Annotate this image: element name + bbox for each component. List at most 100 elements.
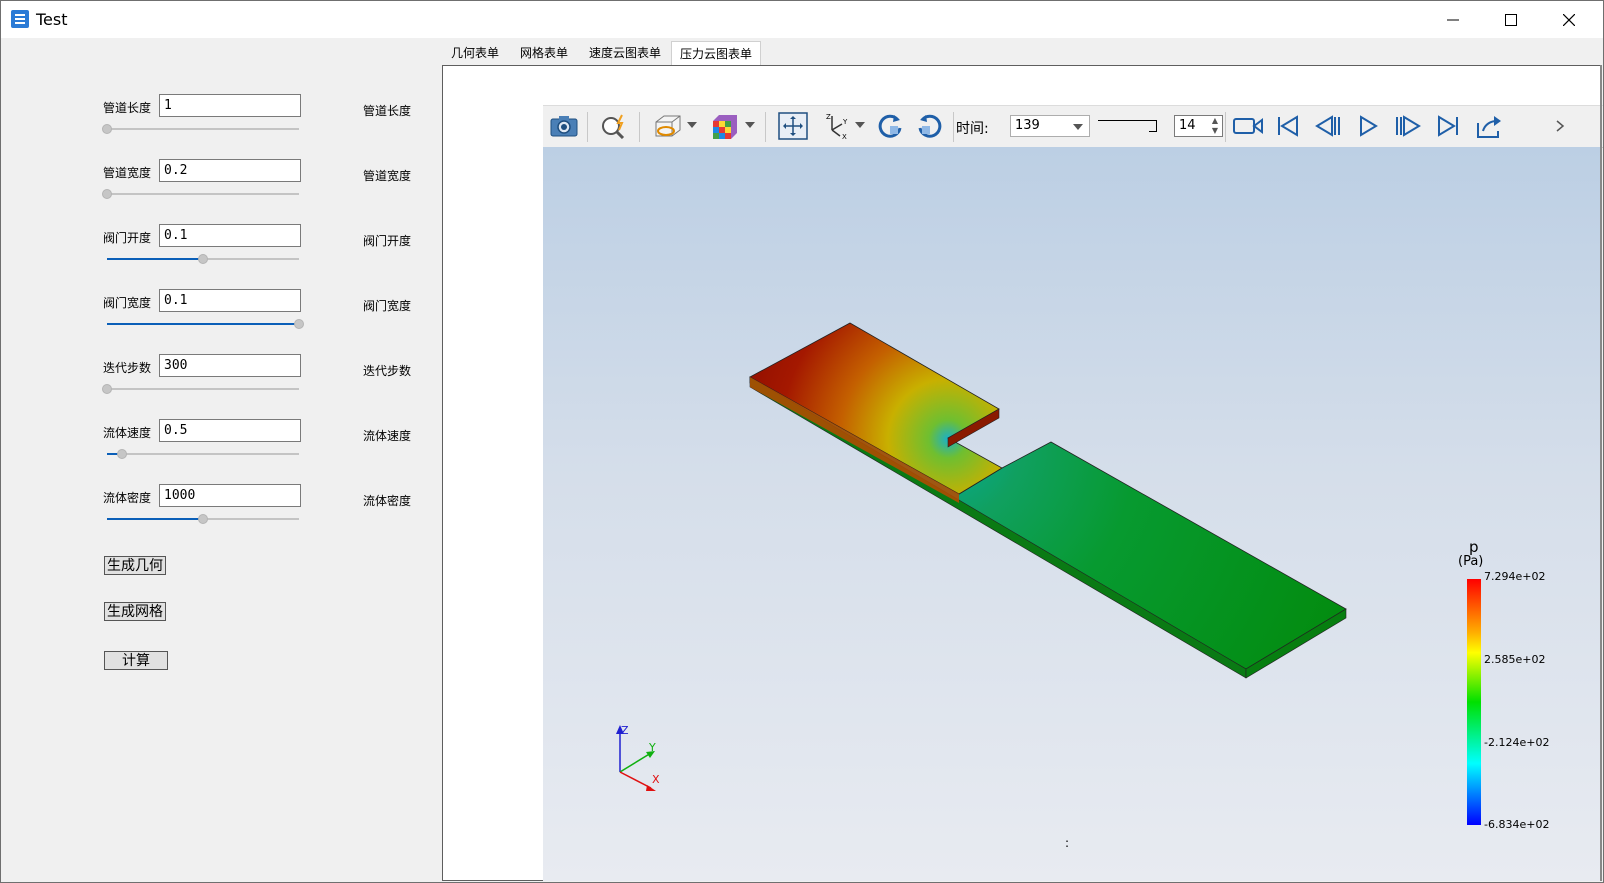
tab-geometry[interactable]: 几何表单 (442, 41, 508, 65)
reset-view-icon (778, 112, 808, 140)
colorbar-tick: -6.834e+02 (1484, 818, 1549, 831)
prev-frame-icon (1315, 115, 1340, 137)
step-value: 14 (1179, 118, 1196, 133)
record-button[interactable] (1231, 112, 1265, 140)
slider-thumb[interactable] (102, 124, 112, 134)
color-map-button[interactable] (709, 112, 741, 140)
colorbar-tick: 7.294e+02 (1484, 570, 1545, 583)
play-button[interactable] (1353, 112, 1383, 140)
field-slider[interactable] (102, 123, 299, 135)
step-spinbox[interactable]: 14 ▲ ▼ (1174, 115, 1223, 137)
field-slider[interactable] (102, 188, 299, 200)
last-frame-button[interactable] (1433, 112, 1463, 140)
app-window: Test 管道长度 1 管道长度 管道宽度 0.2 管道宽度 阀门开度 0.1 阀门开度 阀门宽度… (0, 0, 1604, 883)
slider-thumb[interactable] (117, 449, 128, 459)
zoom-icon (602, 114, 625, 139)
next-frame-button[interactable] (1393, 112, 1423, 140)
slider-thumb[interactable] (102, 384, 112, 394)
close-icon (1563, 13, 1575, 26)
screenshot-button[interactable] (549, 112, 579, 140)
generate-geometry-button[interactable]: 生成几何 (104, 556, 166, 575)
field-slider[interactable] (107, 253, 299, 265)
compute-button[interactable]: 计算 (104, 651, 168, 670)
axis-z-label: Z (621, 724, 629, 737)
axes-dropdown-icon[interactable] (855, 122, 865, 128)
time-value: 139 (1015, 118, 1040, 133)
orientation-axes: Z Y X (616, 724, 660, 791)
zoom-button[interactable] (599, 112, 631, 140)
field-label: 管道宽度 (103, 166, 152, 180)
field-slider[interactable] (107, 448, 299, 460)
field-label: 流体密度 (103, 491, 152, 505)
slider-fill (107, 518, 203, 520)
tab-mesh[interactable]: 网格表单 (508, 41, 580, 65)
field-side-label: 管道宽度 (363, 169, 412, 183)
toolbar-overflow-icon (1556, 120, 1565, 132)
field-input[interactable]: 0.2 (159, 159, 301, 182)
axes-button[interactable]: Z Y X (821, 112, 853, 140)
field-input[interactable]: 300 (159, 354, 301, 377)
camera-icon (550, 116, 578, 137)
slider-thumb[interactable] (102, 189, 112, 199)
slider-track (107, 128, 299, 130)
first-frame-button[interactable] (1273, 112, 1303, 140)
rotate-ccw-icon (918, 114, 942, 138)
field-input[interactable]: 1000 (159, 484, 301, 507)
slider-track (107, 388, 299, 390)
field-label: 迭代步数 (103, 361, 152, 375)
axis-x-label: X (652, 773, 660, 786)
field-side-label: 流体密度 (363, 494, 412, 508)
slider-thumb[interactable] (198, 514, 208, 524)
tab-velocity-contour[interactable]: 速度云图表单 (580, 41, 670, 65)
3d-viewport[interactable]: Z Y X p (Pa) 7.294e+02 2.585e+02 -2.124e… (543, 147, 1602, 881)
axis-y-label: Y (648, 741, 656, 754)
time-select[interactable]: 139 (1010, 115, 1090, 137)
field-label: 管道长度 (103, 101, 152, 115)
slider-track (107, 453, 299, 455)
maximize-button[interactable] (1482, 1, 1540, 38)
spin-arrows-icon[interactable]: ▲ ▼ (1212, 116, 1218, 136)
field-side-label: 迭代步数 (363, 364, 412, 378)
field-side-label: 管道长度 (363, 104, 412, 118)
parameter-panel: 管道长度 1 管道长度 管道宽度 0.2 管道宽度 阀门开度 0.1 阀门开度 阀门宽度 0.1 阀门… (1, 38, 441, 882)
rotate-ccw-button[interactable] (915, 112, 945, 140)
time-slider[interactable] (1098, 114, 1168, 136)
field-slider[interactable] (102, 383, 299, 395)
rotate-cw-button[interactable] (875, 112, 905, 140)
colorbar-unit: (Pa) (1458, 554, 1483, 569)
slider-thumb[interactable] (294, 319, 304, 329)
slider-track (107, 193, 299, 195)
tab-pressure-contour[interactable]: 压力云图表单 (671, 41, 761, 65)
colorbar-tick: 2.585e+02 (1484, 653, 1545, 666)
toolbar-overflow-button[interactable] (1553, 112, 1567, 140)
reset-view-button[interactable] (777, 112, 809, 140)
field-input[interactable]: 0.1 (159, 289, 301, 312)
field-input[interactable]: 1 (159, 94, 301, 117)
slider-thumb[interactable] (198, 254, 208, 264)
window-right-scrollbar-edge (1600, 65, 1602, 881)
color-map-dropdown-icon[interactable] (745, 122, 755, 128)
field-input[interactable]: 0.1 (159, 224, 301, 247)
field-side-label: 阀门开度 (363, 234, 412, 248)
generate-mesh-button[interactable]: 生成网格 (104, 602, 166, 621)
color-map-icon (713, 115, 737, 139)
colorbar-tick: -2.124e+02 (1484, 736, 1549, 749)
field-slider[interactable] (107, 318, 304, 330)
pressure-contour-render[interactable]: Z Y X p (Pa) 7.294e+02 2.585e+02 -2.124e… (543, 147, 1602, 881)
next-frame-icon (1396, 115, 1421, 137)
export-button[interactable] (1473, 112, 1505, 140)
app-icon (11, 10, 29, 28)
minimize-button[interactable] (1424, 1, 1482, 38)
svg-text:Z: Z (826, 113, 831, 121)
axes-icon: Z Y X (826, 113, 848, 140)
display-mode-dropdown-icon[interactable] (687, 122, 697, 128)
viewer-toolbar: Z Y X 时间: 139 14 ▲ ▼ (543, 105, 1603, 148)
field-slider[interactable] (107, 513, 299, 525)
svg-text:X: X (842, 133, 847, 140)
record-icon (1233, 118, 1263, 134)
field-input[interactable]: 0.5 (159, 419, 301, 442)
window-title: Test (36, 10, 68, 29)
close-button[interactable] (1540, 1, 1598, 38)
prev-frame-button[interactable] (1313, 112, 1343, 140)
display-mode-button[interactable] (651, 112, 683, 140)
